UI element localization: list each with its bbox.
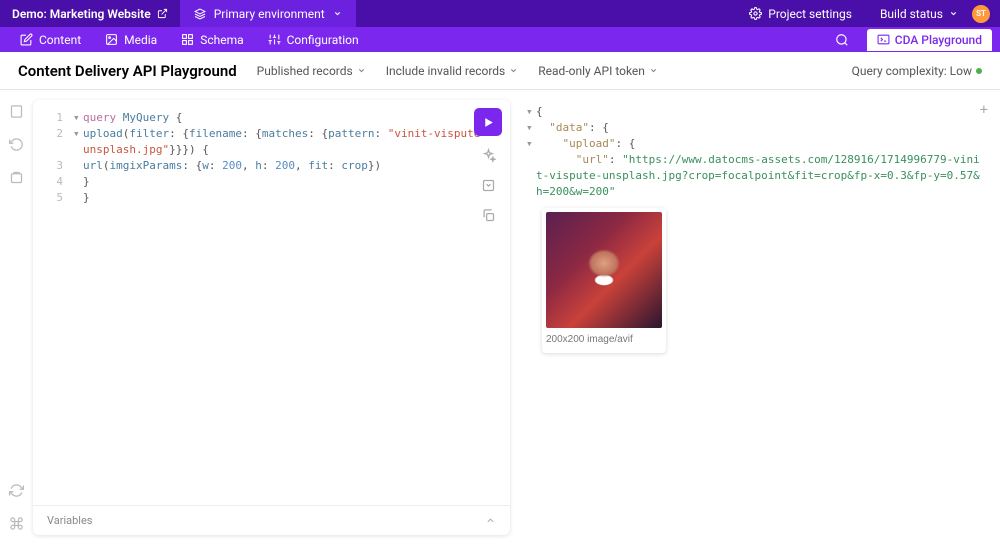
editor-actions <box>474 108 502 226</box>
code-line: 2▾ upload(filter: {filename: {matches: {… <box>45 126 498 158</box>
nav-schema[interactable]: Schema <box>169 27 255 52</box>
include-invalid-dropdown[interactable]: Include invalid records <box>386 64 519 78</box>
include-invalid-label: Include invalid records <box>386 64 506 78</box>
history-icon[interactable] <box>9 137 24 152</box>
explorer-icon[interactable] <box>9 104 24 119</box>
json-line: ▾ "upload": { <box>526 136 984 152</box>
avatar[interactable]: ST <box>972 5 990 23</box>
search-icon <box>835 33 849 47</box>
environment-tab[interactable]: Primary environment <box>180 0 356 27</box>
complexity-label: Query complexity: Low <box>852 64 972 78</box>
page-header: Content Delivery API Playground Publishe… <box>0 52 1000 90</box>
project-name: Demo: Marketing Website <box>12 7 151 21</box>
nav-configuration[interactable]: Configuration <box>256 27 371 52</box>
api-token-dropdown[interactable]: Read-only API token <box>538 64 658 78</box>
cda-playground-label: CDA Playground <box>895 33 982 47</box>
copy-icon <box>481 208 496 223</box>
build-status-label: Build status <box>880 7 943 21</box>
nav-content[interactable]: Content <box>8 27 93 52</box>
avatar-initials: ST <box>976 9 986 18</box>
schema-icon <box>181 33 194 46</box>
merge-icon <box>481 178 496 193</box>
image-caption: 200x200 image/avif <box>546 328 662 348</box>
query-complexity: Query complexity: Low <box>852 64 982 78</box>
workspace: 1▾query MyQuery {2▾ upload(filter: {file… <box>0 90 1000 545</box>
chevron-down-icon <box>949 9 958 18</box>
copy-button[interactable] <box>477 204 499 226</box>
query-editor[interactable]: 1▾query MyQuery {2▾ upload(filter: {file… <box>33 100 510 505</box>
environment-label: Primary environment <box>214 7 325 21</box>
json-line: "url": "https://www.datocms-assets.com/1… <box>526 152 984 200</box>
variables-label: Variables <box>47 514 93 527</box>
chevron-down-icon <box>333 9 342 18</box>
editor-box: 1▾query MyQuery {2▾ upload(filter: {file… <box>33 100 510 535</box>
nav-schema-label: Schema <box>200 33 243 47</box>
image-preview[interactable] <box>546 212 662 328</box>
nav-media[interactable]: Media <box>93 27 169 52</box>
open-icon <box>157 8 168 19</box>
run-query-button[interactable] <box>474 108 502 136</box>
image-icon <box>105 33 118 46</box>
variables-toggle[interactable]: Variables <box>33 505 510 535</box>
sparkle-icon <box>481 148 496 163</box>
refresh-icon[interactable] <box>9 483 24 498</box>
merge-button[interactable] <box>477 174 499 196</box>
published-records-label: Published records <box>257 64 353 78</box>
play-icon <box>482 116 495 129</box>
navbar: Content Media Schema Configuration CDA P… <box>0 27 1000 52</box>
chevron-up-icon <box>485 515 496 526</box>
layers-icon <box>194 8 206 20</box>
status-dot <box>976 68 982 74</box>
api-token-label: Read-only API token <box>538 64 645 78</box>
chevron-down-icon <box>649 66 658 75</box>
project-settings-label: Project settings <box>768 7 852 21</box>
nav-media-label: Media <box>124 33 157 47</box>
add-tab-button[interactable]: + <box>980 100 988 120</box>
gear-icon <box>749 7 762 20</box>
code-line: 5} <box>45 190 498 206</box>
results-panel: + ▾{▾ "data": {▾ "upload": { "url": "htt… <box>510 90 1000 545</box>
tab-cda-playground[interactable]: CDA Playground <box>867 29 992 51</box>
folder-icon[interactable] <box>9 170 24 185</box>
nav-content-label: Content <box>39 33 81 47</box>
json-line: ▾{ <box>526 104 984 120</box>
keyboard-icon[interactable] <box>9 516 24 531</box>
project-settings-button[interactable]: Project settings <box>735 0 866 27</box>
prettify-button[interactable] <box>477 144 499 166</box>
json-line: ▾ "data": { <box>526 120 984 136</box>
chevron-down-icon <box>357 66 366 75</box>
nav-configuration-label: Configuration <box>287 33 359 47</box>
terminal-icon <box>877 33 890 46</box>
build-status-button[interactable]: Build status <box>866 0 972 27</box>
code-line: 4 } <box>45 174 498 190</box>
response-json[interactable]: ▾{▾ "data": {▾ "upload": { "url": "https… <box>526 104 984 200</box>
sliders-icon <box>268 33 281 46</box>
image-preview-card: 200x200 image/avif <box>542 208 666 354</box>
chevron-down-icon <box>509 66 518 75</box>
published-records-dropdown[interactable]: Published records <box>257 64 366 78</box>
edit-icon <box>20 33 33 46</box>
page-title: Content Delivery API Playground <box>18 62 237 80</box>
code-line: 1▾query MyQuery { <box>45 110 498 126</box>
search-button[interactable] <box>825 27 859 52</box>
code-line: 3 url(imgixParams: {w: 200, h: 200, fit:… <box>45 158 498 174</box>
left-rail <box>0 90 33 545</box>
project-brand[interactable]: Demo: Marketing Website <box>0 7 180 21</box>
topbar: Demo: Marketing Website Primary environm… <box>0 0 1000 27</box>
editor-container: 1▾query MyQuery {2▾ upload(filter: {file… <box>33 90 510 545</box>
